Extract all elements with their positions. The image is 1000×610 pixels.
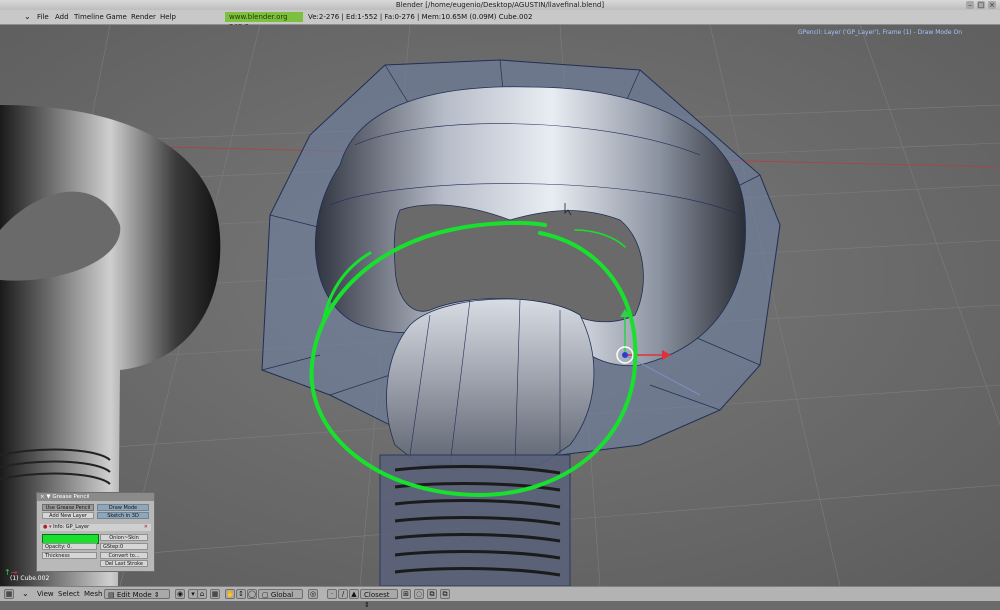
delete-last-stroke-button[interactable]: Del Last Stroke [100,560,148,567]
menu-render[interactable]: Render [131,10,156,24]
panel-collapse-icon[interactable]: × ▼ [40,494,52,500]
snap-target-value: Closest [364,591,390,599]
use-grease-pencil-toggle[interactable]: Use Grease Pencil [42,504,94,511]
editor-type-icon[interactable]: ▦ [4,589,14,599]
orientation-value: Global [270,591,294,599]
translate-icon[interactable]: ↕ [236,589,246,599]
gp-layer-row[interactable]: ● ▾ Info: GP_Layer ✕ [40,524,151,531]
orientation-select[interactable]: ▢ Global [258,589,303,599]
grease-pencil-panel-header[interactable]: × ▼ Grease Pencil [37,493,154,501]
layer-expand-icon[interactable]: ● ▾ [43,524,51,530]
opacity-slider[interactable]: Opacity: 0. [42,543,97,550]
view-lock-icon[interactable]: ⌂ [197,589,207,599]
viewport-header: ▦ ⌄ View Select Mesh ▤ Edit Mode ⇕ ◉ ▾ ⌂… [0,586,1000,609]
rotate-icon[interactable]: ◯ [247,589,257,599]
thickness-slider[interactable]: Thickness [42,552,97,559]
proportional-icon[interactable]: ◌ [414,589,424,599]
grease-pencil-panel-title: Grease Pencil [52,494,90,500]
face-select-icon[interactable]: ▲ [349,589,359,599]
maximize-icon[interactable]: □ [977,1,985,9]
window-controls: – □ × [966,1,996,9]
pivot-icon[interactable]: ◎ [308,589,318,599]
window-title: Blender [/home/eugenio/Desktop/AGUSTIN/l… [395,1,605,9]
close-icon[interactable]: × [988,1,996,9]
header-collapse-icon[interactable]: ⌄ [22,587,29,601]
snap-element-icon[interactable]: ⊞ [401,589,411,599]
edge-select-icon[interactable]: / [338,589,348,599]
add-new-layer-button[interactable]: Add New Layer [42,512,94,519]
convert-to-button[interactable]: Convert to... [100,552,148,559]
menu-timeline[interactable]: Timeline [74,10,104,24]
manipulator-hand-icon[interactable]: ✋ [225,589,235,599]
grease-pencil-status: GPencil: Layer ('GP_Layer'), Frame (1) -… [798,29,962,36]
draw-type-icon[interactable]: ◉ [175,589,185,599]
scene-stats: Ve:2-276 | Ed:1-552 | Fa:0-276 | Mem:10.… [308,13,533,21]
onion-skin-toggle[interactable]: Onion~Skin [100,534,148,541]
key-threads [379,454,571,586]
gstep-field[interactable]: GStep:0 [100,543,148,550]
menu-mesh[interactable]: Mesh [84,587,102,601]
snap-target-select[interactable]: Closest ⇕ [360,589,398,609]
mode-select-value: Edit Mode [116,591,152,599]
menu-file[interactable]: File [37,10,49,24]
layer-name-field[interactable]: Info: GP_Layer [53,524,89,530]
menu-help[interactable]: Help [160,10,176,24]
editor-type-icon[interactable]: ⌄ [24,10,31,24]
layers-icon[interactable]: ▦ [210,589,220,599]
menu-select[interactable]: Select [58,587,80,601]
blender-url-badge[interactable]: www.blender.org 249.2 [225,12,303,31]
grease-pencil-panel: × ▼ Grease Pencil Use Grease Pencil Draw… [36,492,155,572]
vertex-select-icon[interactable]: · [327,589,337,599]
minimize-icon[interactable]: – [966,1,974,9]
mode-select[interactable]: ▤ Edit Mode ⇕ [104,589,170,599]
sketch-in-3d-button[interactable]: Sketch in 3D [97,512,149,519]
delete-layer-icon[interactable]: ✕ [144,524,148,531]
active-object-label: (1) Cube.002 [10,575,50,582]
copy-icon[interactable]: ⧉ [427,589,437,599]
paste-icon[interactable]: ⧉ [440,589,450,599]
menu-game[interactable]: Game [106,10,127,24]
draw-mode-button[interactable]: Draw Mode [97,504,149,511]
menu-add[interactable]: Add [55,10,69,24]
menu-view[interactable]: View [37,587,54,601]
